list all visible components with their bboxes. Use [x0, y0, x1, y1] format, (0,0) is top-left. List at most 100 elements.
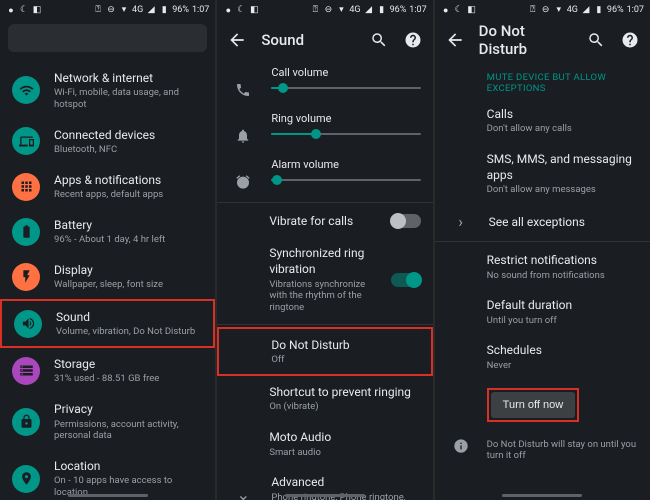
help-icon[interactable]: [620, 30, 640, 50]
status-bar: ● ☾ ◧ ⍰ ⊖ ▾ 4G ◢ ▮ 96% 1:07: [0, 0, 215, 20]
app-bar: Do Not Disturb: [435, 20, 650, 60]
settings-row-privacy[interactable]: PrivacyPermissions, account activity, pe…: [0, 393, 215, 450]
status-bar: ● ☾ ◧ ⍰ ⊖ ▾ 4G ◢ ▮ 96% 1:07: [435, 0, 650, 20]
settings-row-location[interactable]: LocationOn - 10 apps have access to loca…: [0, 450, 215, 500]
settings-row-sound[interactable]: SoundVolume, vibration, Do Not Disturb: [0, 299, 215, 348]
spotify-icon: ●: [441, 5, 451, 15]
home-indicator[interactable]: [68, 494, 148, 497]
slider-track[interactable]: [271, 87, 420, 89]
sync-row[interactable]: Synchronized ring vibrationVibrations sy…: [217, 237, 432, 322]
schedules-row[interactable]: SchedulesNever: [435, 334, 650, 379]
section-header: MUTE DEVICE BUT ALLOW EXCEPTIONS: [435, 62, 650, 98]
dnd-row[interactable]: Do Not DisturbOff: [217, 327, 432, 376]
location-icon: [12, 465, 40, 493]
row-title: Network & internet: [54, 70, 203, 86]
row-title: Moto Audio: [269, 429, 420, 445]
cast-icon: ◧: [249, 5, 259, 15]
row-title: Synchronized ring vibration: [269, 245, 376, 277]
row-title: Location: [54, 458, 203, 474]
search-icon[interactable]: [369, 30, 389, 50]
sound-list: Call volume Ring volume Alarm volume Vibrat…: [217, 60, 432, 500]
slider-label: Ring volume: [271, 112, 420, 125]
slider-ring-volume[interactable]: Ring volume: [217, 108, 432, 154]
volume-type-icon: [229, 66, 257, 98]
row-title: Restrict notifications: [487, 252, 638, 268]
settings-row-wifi[interactable]: Network & internetWi-Fi, mobile, data us…: [0, 62, 215, 119]
settings-search-input[interactable]: [8, 24, 207, 52]
sound-icon: [14, 310, 42, 338]
nfc-icon: ⍰: [528, 5, 538, 15]
slider-call-volume[interactable]: Call volume: [217, 62, 432, 108]
vibrate-toggle[interactable]: [391, 214, 421, 228]
row-subtitle: Don't allow any calls: [487, 123, 638, 135]
row-title: Connected devices: [54, 127, 203, 143]
signal-icon: ◢: [364, 5, 374, 15]
row-subtitle: Volume, vibration, Do Not Disturb: [56, 326, 201, 338]
restrict-row[interactable]: Restrict notifications No sound from noti…: [435, 244, 650, 289]
dnd-list: MUTE DEVICE BUT ALLOW EXCEPTIONS CallsDo…: [435, 60, 650, 500]
dnd-status-icon: ⊖: [541, 5, 551, 15]
home-indicator[interactable]: [502, 494, 582, 497]
settings-row-storage[interactable]: Storage31% used - 88.51 GB free: [0, 348, 215, 393]
settings-row-display[interactable]: DisplayWallpaper, sleep, font size: [0, 254, 215, 299]
moon-icon: ☾: [19, 5, 29, 15]
row-title: Privacy: [54, 401, 203, 417]
privacy-icon: [12, 408, 40, 436]
slider-track[interactable]: [271, 133, 420, 135]
sms-row[interactable]: SMS, MMS, and messaging appsDon't allow …: [435, 143, 650, 204]
help-icon[interactable]: [403, 30, 423, 50]
home-indicator[interactable]: [285, 494, 365, 497]
vibrate-row[interactable]: Vibrate for calls: [217, 205, 432, 237]
battery-icon: ▮: [377, 5, 387, 15]
app-bar: Sound: [217, 20, 432, 60]
row-subtitle: 96% - About 1 day, 4 hr left: [54, 234, 203, 246]
back-button[interactable]: [227, 30, 247, 50]
row-title: Apps & notifications: [54, 172, 203, 188]
slider-alarm-volume[interactable]: Alarm volume: [217, 154, 432, 200]
divider: [217, 202, 432, 203]
back-button[interactable]: [445, 30, 465, 50]
status-bar: ● ☾ ◧ ⍰ ⊖ ▾ 4G ◢ ▮ 96% 1:07: [217, 0, 432, 20]
slider-label: Call volume: [271, 66, 420, 79]
network-type: 4G: [132, 5, 143, 15]
page-title: Sound: [261, 31, 354, 49]
calls-row[interactable]: CallsDon't allow any calls: [435, 98, 650, 143]
nfc-icon: ⍰: [93, 5, 103, 15]
shortcut-row[interactable]: Shortcut to prevent ringingOn (vibrate): [217, 376, 432, 421]
spotify-icon: ●: [223, 5, 233, 15]
signal-icon: ◢: [581, 5, 591, 15]
wifi-status-icon: ▾: [336, 5, 346, 15]
row-subtitle: No sound from notifications: [487, 270, 638, 282]
row-subtitle: Off: [271, 354, 418, 366]
settings-row-devices[interactable]: Connected devicesBluetooth, NFC: [0, 119, 215, 164]
wifi-status-icon: ▾: [119, 5, 129, 15]
duration-row[interactable]: Default durationUntil you turn off: [435, 289, 650, 334]
network-type: 4G: [567, 5, 578, 15]
settings-list: Network & internetWi-Fi, mobile, data us…: [0, 60, 215, 500]
row-subtitle: Smart audio: [269, 447, 420, 459]
info-text: Do Not Disturb will stay on until you tu…: [487, 439, 638, 463]
moto-row[interactable]: Moto Audio Smart audio: [217, 421, 432, 466]
row-subtitle: On (vibrate): [269, 401, 420, 413]
row-subtitle: Recent apps, default apps: [54, 189, 203, 201]
nfc-icon: ⍰: [310, 5, 320, 15]
slider-track[interactable]: [271, 179, 420, 181]
sync-toggle[interactable]: [391, 273, 421, 287]
row-subtitle: Bluetooth, NFC: [54, 144, 203, 156]
row-title: Shortcut to prevent ringing: [269, 384, 420, 400]
storage-icon: [12, 357, 40, 385]
see-all-row[interactable]: › See all exceptions: [435, 204, 650, 239]
settings-row-battery[interactable]: Battery96% - About 1 day, 4 hr left: [0, 209, 215, 254]
turn-off-now-button[interactable]: Turn off now: [491, 392, 576, 418]
row-title: See all exceptions: [489, 214, 638, 230]
row-title: Advanced: [271, 474, 420, 490]
settings-row-apps[interactable]: Apps & notificationsRecent apps, default…: [0, 164, 215, 209]
divider: [435, 241, 650, 242]
row-title: Sound: [56, 309, 201, 325]
battery-icon: ▮: [594, 5, 604, 15]
row-subtitle: Don't allow any messages: [487, 184, 638, 196]
search-icon[interactable]: [586, 30, 606, 50]
turn-off-row: Turn off now: [435, 380, 650, 430]
moon-icon: ☾: [454, 5, 464, 15]
battery-percent: 96%: [172, 5, 189, 15]
